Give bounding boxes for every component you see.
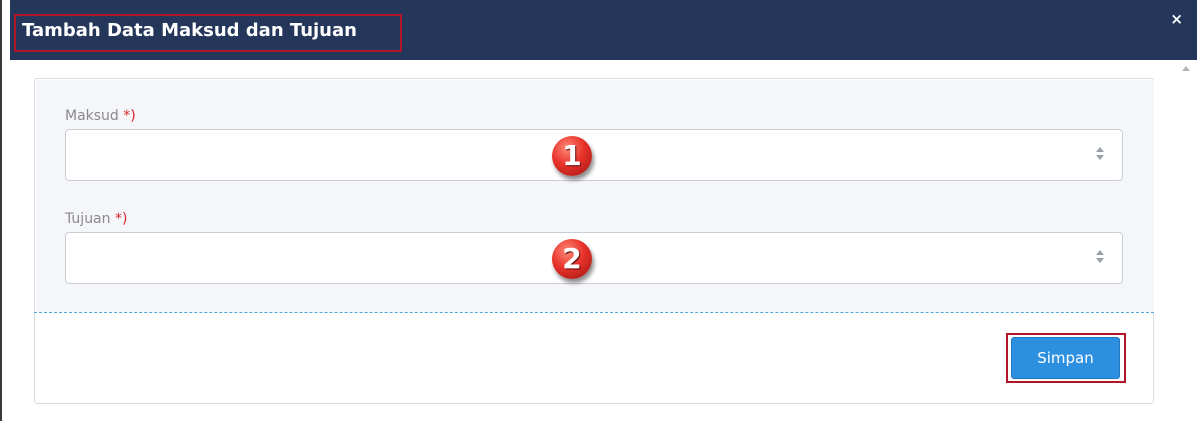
tujuan-label: Tujuan *) <box>65 210 127 228</box>
maksud-required-mark: *) <box>123 108 136 124</box>
scroll-up-arrow-icon[interactable] <box>1182 66 1190 71</box>
tujuan-select[interactable] <box>65 232 1123 284</box>
tujuan-label-text: Tujuan <box>65 211 111 227</box>
tujuan-required-mark: *) <box>114 211 128 227</box>
step-marker-1-icon: 1 <box>552 136 592 176</box>
close-icon[interactable]: × <box>1170 12 1183 27</box>
window-left-edge <box>0 0 2 421</box>
dialog-title: Tambah Data Maksud dan Tujuan <box>22 20 357 41</box>
scrollbar[interactable] <box>1177 60 1197 421</box>
maksud-label: Maksud *) <box>65 107 136 125</box>
select-arrows-icon <box>1096 250 1104 264</box>
maksud-select[interactable] <box>65 129 1123 181</box>
step-marker-2-icon: 2 <box>552 239 592 279</box>
select-arrows-icon <box>1096 147 1104 161</box>
maksud-label-text: Maksud <box>65 108 119 124</box>
save-button[interactable]: Simpan <box>1011 337 1120 379</box>
form-divider <box>34 312 1154 313</box>
